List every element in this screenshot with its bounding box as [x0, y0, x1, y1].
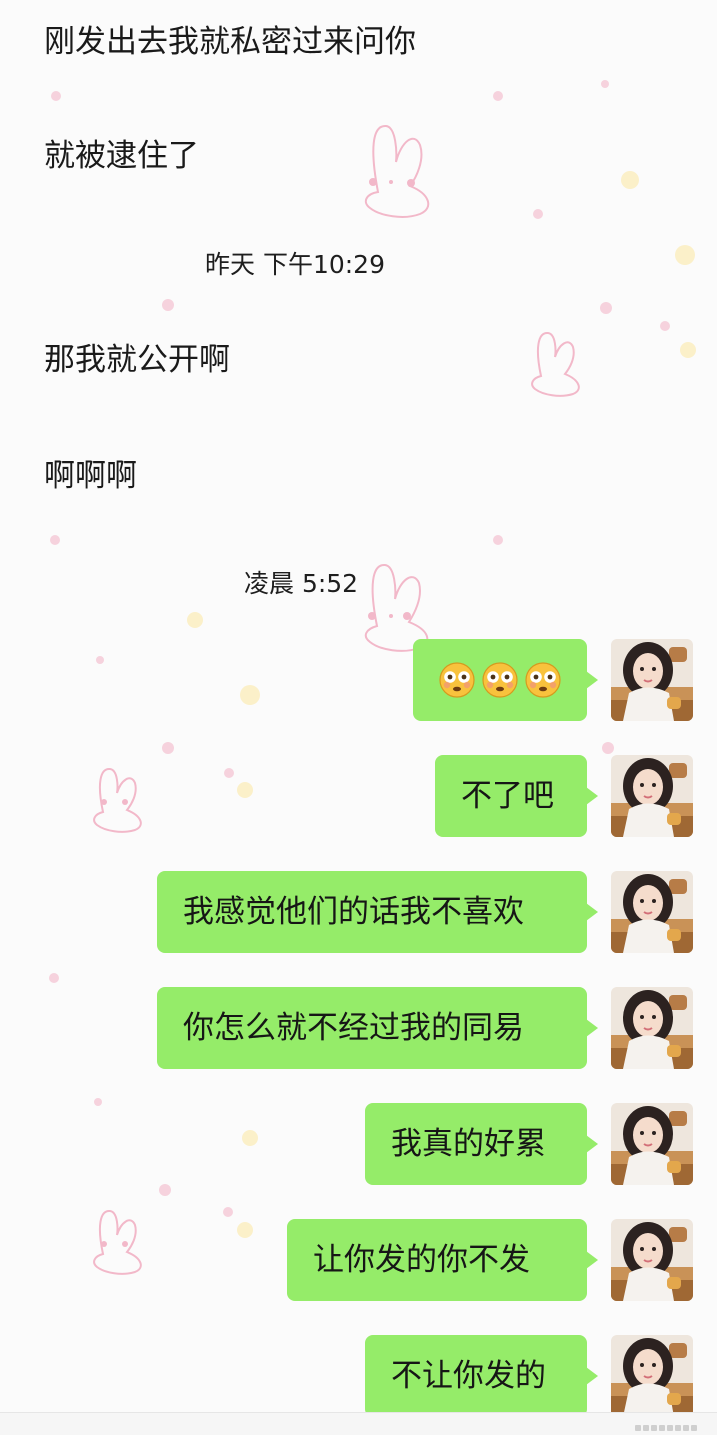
flushed-face-emoji-icon — [525, 662, 561, 698]
sent-message-row: 不让你发的 — [365, 1335, 693, 1417]
sent-message-bubble[interactable]: 让你发的你不发 — [287, 1219, 598, 1301]
avatar[interactable] — [611, 639, 693, 721]
sent-message-bubble[interactable]: 我感觉他们的话我不喜欢 — [157, 871, 598, 953]
sent-message-row: 你怎么就不经过我的同易 — [157, 987, 693, 1069]
sent-message-bubble[interactable]: 你怎么就不经过我的同易 — [157, 987, 598, 1069]
incoming-message: 啊啊啊 — [44, 458, 137, 494]
avatar[interactable] — [611, 1219, 693, 1301]
sent-message-bubble[interactable] — [413, 639, 598, 721]
sent-message-bubble[interactable]: 不让你发的 — [365, 1335, 598, 1417]
incoming-message: 刚发出去我就私密过来问你 — [44, 24, 416, 60]
sent-message-row: 我真的好累 — [365, 1103, 693, 1185]
timestamp: 凌晨 5:52 — [244, 569, 359, 598]
sent-message-row: 我感觉他们的话我不喜欢 — [157, 871, 693, 953]
avatar[interactable] — [611, 871, 693, 953]
sent-message-row — [413, 639, 693, 721]
flushed-face-emoji-icon — [482, 662, 518, 698]
avatar[interactable] — [611, 755, 693, 837]
flushed-face-emoji-icon — [439, 662, 475, 698]
avatar[interactable] — [611, 1335, 693, 1417]
timestamp: 昨天 下午10:29 — [205, 250, 385, 279]
sent-message-bubble[interactable]: 不了吧 — [435, 755, 598, 837]
sent-message-row: 不了吧 — [435, 755, 693, 837]
sent-message-bubble[interactable]: 我真的好累 — [365, 1103, 598, 1185]
avatar[interactable] — [611, 1103, 693, 1185]
bottom-strip — [0, 1412, 717, 1435]
watermark-dots — [635, 1425, 697, 1431]
incoming-message: 就被逮住了 — [44, 138, 199, 174]
sent-message-row: 让你发的你不发 — [287, 1219, 693, 1301]
avatar[interactable] — [611, 987, 693, 1069]
incoming-message: 那我就公开啊 — [44, 342, 230, 378]
